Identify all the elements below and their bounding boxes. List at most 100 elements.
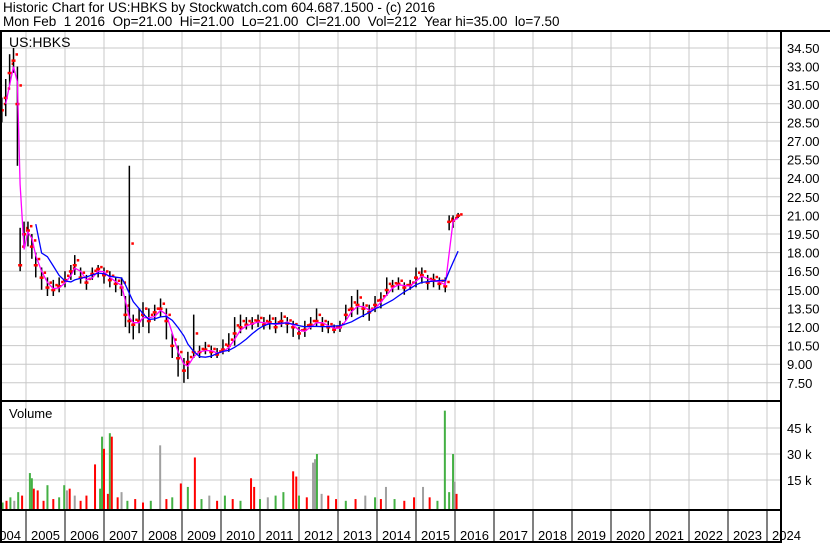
close-marker [260,316,263,320]
short-moving-average-line [5,66,459,367]
symbol-label: US:HBKS [9,34,70,50]
close-marker [400,279,403,282]
year-label: 2006 [70,528,99,543]
volume-bar [259,499,261,509]
close-marker [324,319,327,323]
volume-bar [327,495,330,509]
close-marker [283,315,286,318]
volume-bar [354,499,357,509]
volume-bar [320,493,323,509]
close-marker [373,303,378,307]
close-marker [181,369,186,372]
volume-bar [94,464,97,509]
year-label: 2013 [343,528,372,543]
volume-bar [68,488,71,509]
close-marker [96,267,101,271]
price-tick-label: 19.50 [787,227,820,242]
price-tick-label: 18.00 [787,246,820,261]
year-label: 2008 [148,528,177,543]
volume-bar [28,473,31,509]
price-tick-label: 7.50 [787,376,812,391]
volume-bar [266,497,269,509]
price-tick-label: 22.50 [787,190,820,205]
close-marker [145,307,148,310]
close-marker [146,319,151,323]
volume-bar [379,499,382,509]
volume-bar [443,410,446,509]
volume-bar [282,492,285,509]
close-marker [238,326,243,329]
close-marker [332,328,337,331]
close-marker [43,271,47,274]
close-marker [297,332,301,335]
volume-bar [344,500,347,509]
close-marker [15,53,19,56]
price-tick-label: 16.50 [787,264,820,279]
volume-bar [79,500,82,509]
price-tick-label: 9.00 [787,357,812,372]
close-marker [123,313,128,317]
long-moving-average-line [35,223,459,358]
close-marker [330,322,333,326]
close-marker [180,350,183,354]
volume-bar [298,495,300,509]
close-marker [152,311,157,314]
volume-bar [65,490,68,509]
volume-bar [108,433,111,509]
volume-bar [46,485,49,509]
year-label: 2016 [460,528,489,543]
volume-bar [179,483,182,509]
volume-bar [335,499,338,509]
volume-bar [120,492,123,509]
volume-bar [99,488,102,509]
volume-bar [32,488,35,509]
volume-bar [106,493,109,509]
year-label: 2011 [266,528,294,543]
volume-bar [9,497,12,509]
volume-bar [384,486,387,509]
price-tick-label: 28.50 [787,115,820,130]
close-marker [318,313,322,317]
volume-bar [36,490,39,509]
close-marker [423,270,427,273]
volume-bar [312,462,315,509]
close-marker [271,317,275,320]
stock-chart: US:HBKS Volume 34.50 33.00 31.50 30.00 28.50… [0,30,830,543]
close-marker [18,264,23,267]
volume-bar [295,476,298,509]
year-label: 2023 [733,528,762,543]
price-tick-label: 33.00 [787,60,820,75]
close-marker [117,279,121,282]
volume-bar [292,471,295,509]
close-marker [82,271,86,274]
volume-bar [103,448,105,509]
close-marker [447,220,452,224]
price-tick-label: 13.50 [787,301,820,316]
volume-tick-label: 30 k [787,447,812,462]
year-label: 2014 [382,528,411,543]
close-marker [45,286,50,289]
volume-bar [21,495,24,509]
close-marker [84,281,89,284]
volume-bar [193,457,196,509]
volume-label: Volume [9,406,52,421]
volume-bar [364,495,367,509]
volume-bar [142,502,144,509]
volume-bar [73,495,76,509]
year-label: 2010 [226,528,255,543]
volume-bar [305,497,308,509]
close-marker [168,313,171,317]
volume-bar [200,499,203,509]
close-marker [39,276,44,279]
close-marker [414,276,418,279]
volume-bar [455,493,458,509]
price-tick-label: 27.00 [787,134,820,149]
volume-bar [313,459,316,509]
close-marker [314,319,319,323]
close-marker [359,296,362,299]
volume-bar [315,454,318,509]
volume-bar [42,500,45,509]
volume-bar [116,497,119,509]
close-marker [100,265,103,269]
volume-bar [126,500,129,509]
